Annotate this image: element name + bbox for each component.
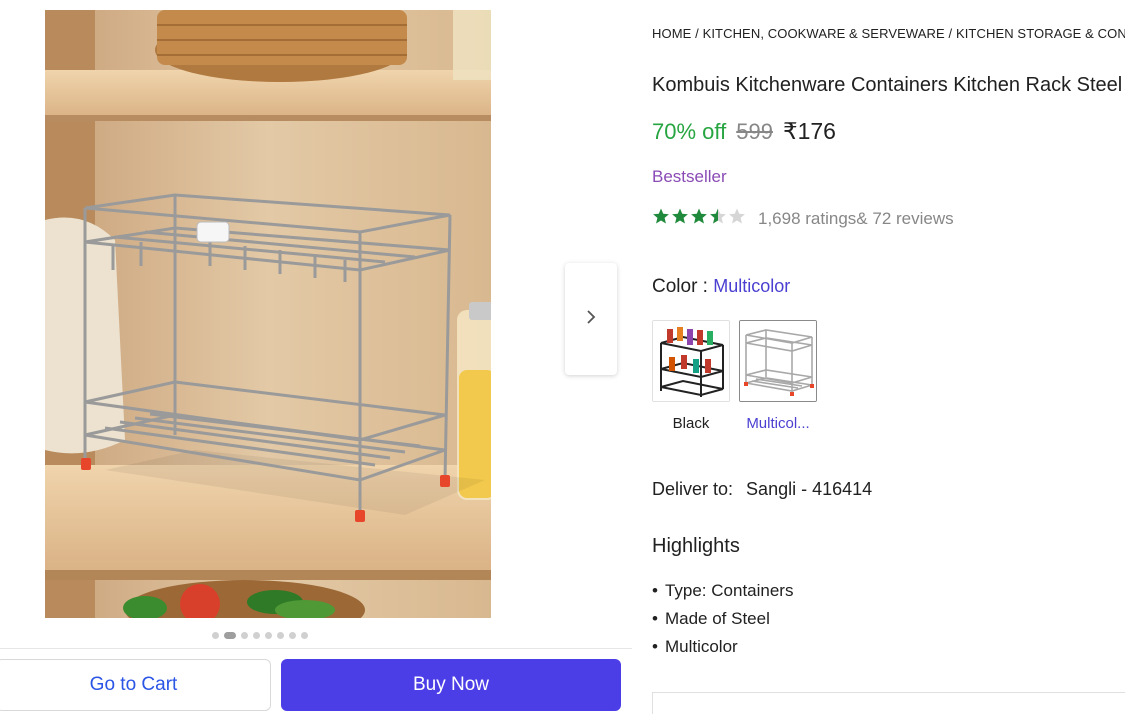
color-swatch-multicolor-label[interactable]: Multicol... [739, 415, 817, 432]
go-to-cart-button[interactable]: Go to Cart [0, 659, 271, 711]
star-full-icon [690, 207, 708, 230]
carousel-dot[interactable] [301, 632, 308, 639]
selected-color-value: Multicolor [713, 276, 791, 296]
carousel-dot[interactable] [212, 632, 219, 639]
next-image-button[interactable] [565, 263, 617, 375]
star-rating [652, 207, 746, 230]
delivery-location[interactable]: Deliver to: Sangli - 416414 [652, 479, 872, 500]
carousel-dot[interactable] [265, 632, 272, 639]
chevron-right-icon [586, 309, 596, 329]
discount-percent: 70% off [652, 119, 727, 144]
ratings-count: 1,698 ratings [758, 208, 857, 228]
gallery-divider [0, 648, 632, 649]
breadcrumb-kitchen[interactable]: KITCHEN, COOKWARE & SERVEWARE [703, 26, 945, 41]
product-details: HOME / KITCHEN, COOKWARE & SERVEWARE / K… [652, 0, 1125, 714]
next-section-card [652, 692, 1125, 714]
carousel-dot[interactable] [277, 632, 284, 639]
product-gallery: Go to Cart Buy Now [0, 0, 632, 714]
original-price: 599 [736, 119, 773, 144]
color-swatch-multicolor[interactable] [739, 320, 817, 402]
carousel-dot-active[interactable] [224, 632, 236, 639]
breadcrumb-storage[interactable]: KITCHEN STORAGE & CONTAINERS [956, 26, 1125, 41]
reviews-count: & 72 reviews [856, 208, 954, 228]
color-swatch-black[interactable] [652, 320, 730, 402]
star-full-icon [671, 207, 689, 230]
star-empty-icon [728, 207, 746, 230]
bestseller-badge: Bestseller [652, 167, 727, 186]
carousel-dot[interactable] [241, 632, 248, 639]
image-carousel-dots [212, 632, 308, 639]
color-selector-label: Color : Multicolor [652, 276, 791, 297]
product-main-image[interactable] [45, 10, 491, 618]
rating-row[interactable]: 1,698 ratings & 72 reviews [652, 207, 954, 230]
carousel-dot[interactable] [289, 632, 296, 639]
price-row: 70% off 599 ₹176 [652, 118, 836, 145]
product-title: Kombuis Kitchenware Containers Kitchen R… [652, 74, 1123, 96]
breadcrumb: HOME / KITCHEN, COOKWARE & SERVEWARE / K… [652, 26, 1125, 41]
star-full-icon [652, 207, 670, 230]
deliver-to-label: Deliver to: [652, 479, 734, 499]
buy-now-button[interactable]: Buy Now [281, 659, 621, 711]
carousel-dot[interactable] [253, 632, 260, 639]
highlights-list: Type: Containers Made of Steel Multicolo… [652, 580, 794, 664]
breadcrumb-home[interactable]: HOME [652, 26, 691, 41]
highlight-item: Type: Containers [652, 580, 794, 608]
color-swatch-black-label[interactable]: Black [652, 415, 730, 432]
highlight-item: Made of Steel [652, 608, 793, 636]
highlight-item: Multicolor [652, 636, 793, 664]
selling-price: ₹176 [782, 118, 836, 144]
delivery-pincode[interactable]: Sangli - 416414 [746, 479, 872, 499]
star-half-icon [709, 207, 727, 230]
highlights-heading: Highlights [652, 535, 740, 557]
